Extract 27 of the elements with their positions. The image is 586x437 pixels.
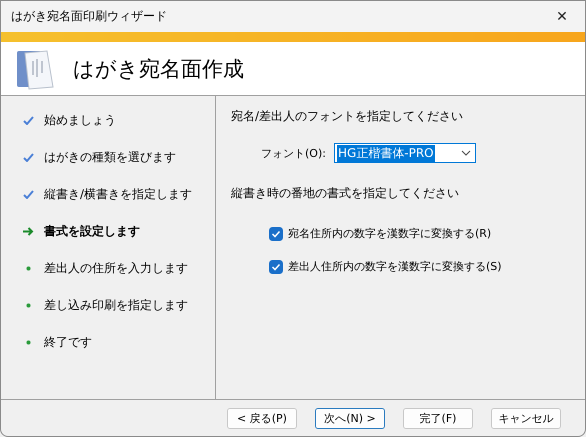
wizard-step: 縦書き/横書きを指定します [44,186,192,202]
wizard-step: 差出人の住所を入力します [44,260,188,276]
wizard-step: 差し込み印刷を指定します [44,296,188,314]
page-title: はがき宛名面作成 [73,56,244,82]
wizard-button[interactable]: キャンセル [491,408,561,428]
checkbox-label: 宛名住所内の数字を漢数字に変換する(R) [288,226,492,241]
wizard-step: 終了です [44,334,92,350]
checkmark-icon [23,190,34,198]
wizard-button[interactable]: 次へ(N) > [315,408,385,428]
checkbox[interactable] [269,260,283,274]
close-button[interactable]: ✕ [539,1,585,32]
field-label: フォント(O): [261,146,326,160]
wizard-button[interactable]: 完了(F) [403,408,473,428]
checkmark-icon [23,152,34,162]
window-title: はがき宛名面印刷ウィザード [11,8,167,25]
arrow-icon [23,226,34,236]
section-heading: 宛名/差出人のフォントを指定してください [231,108,464,125]
wizard-step: はがきの種類を選びます [44,148,176,166]
chevron-down-icon [460,150,471,156]
wizard-step: 書式を設定します [44,222,140,240]
checkmark-icon [23,116,34,124]
checkbox-label: 差出人住所内の数字を漢数字に変換する(S) [288,259,502,274]
font-dropdown[interactable]: HG正楷書体-PRO [334,143,476,163]
section-heading: 縦書き時の番地の書式を指定してください [231,185,460,202]
wizard-button[interactable]: < 戻る(P) [227,408,297,428]
wizard-step: 始めましょう [44,112,116,128]
checkbox[interactable] [269,226,283,240]
